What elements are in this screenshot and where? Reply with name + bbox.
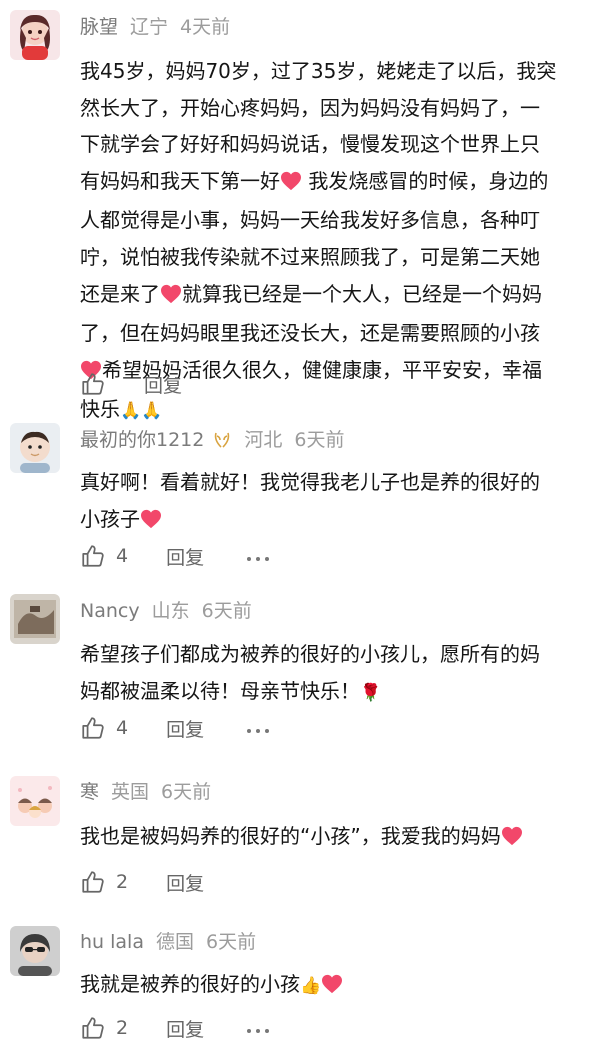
comment-text: 我就是被养的很好的小孩👍 [80, 966, 585, 1006]
like-count: 2 [116, 871, 129, 893]
comment-line: 然长大了，开始心疼妈妈，因为妈妈没有妈妈了，一 [80, 95, 540, 120]
comment-actions: 4 回复 [80, 540, 270, 572]
like-count: 2 [116, 1017, 129, 1039]
username[interactable]: hu lala [80, 927, 144, 957]
thumbs-up-icon [80, 869, 106, 895]
comment-meta: 寒 英国 6天前 [80, 777, 211, 807]
comment-actions: 2 回复 [80, 1012, 270, 1044]
comment-line: 了，但在妈妈眼里我还没长大，还是需要照顾的小孩 [80, 321, 540, 346]
comment-line: 我也是被妈妈养的很好的“小孩”，我爱我的妈妈 [80, 824, 501, 848]
comment-line: 我45岁，妈妈70岁，过了35岁，姥姥走了以后，我突 [80, 59, 557, 83]
comment-meta: hu lala 德国 6天前 [80, 927, 256, 957]
location: 辽宁 [130, 16, 169, 38]
comment-line: 小孩子 [80, 506, 140, 531]
comment-line: 有妈妈和我天下第一好 [80, 168, 280, 193]
heart-icon [160, 279, 182, 316]
comment-text: 希望孩子们都成为被养的很好的小孩儿，愿所有的妈 妈都被温柔以待！母亲节快乐！🌹 [80, 636, 585, 711]
comment-actions: 4 回复 [80, 712, 270, 744]
reply-button[interactable]: 回复 [166, 869, 204, 896]
rose-emoji: 🌹 [360, 682, 382, 703]
like-button[interactable]: 4 [80, 543, 128, 569]
comment-line: 真好啊！看着就好！我觉得我老儿子也是养的很好的 [80, 470, 540, 494]
more-button[interactable] [246, 545, 270, 567]
reply-button[interactable]: 回复 [166, 715, 204, 742]
comment-meta: 脉望 辽宁 4天前 [80, 12, 230, 42]
pray-emoji: 🙏🙏 [120, 401, 163, 422]
more-button[interactable] [246, 717, 270, 739]
comment-text: 真好啊！看着就好！我觉得我老儿子也是养的很好的 小孩子 [80, 464, 585, 540]
comment-meta: 最初的你1212 河北 6天前 [80, 425, 344, 455]
like-button[interactable]: 2 [80, 869, 128, 895]
comment-line: 下就学会了好好和妈妈说话，慢慢发现这个世界上只 [80, 132, 540, 157]
comment-line: 咛，说怕被我传染就不过来照顾我了，可是第二天她 [80, 244, 540, 269]
comment-line: 希望孩子们都成为被养的很好的小孩儿，愿所有的妈 [80, 642, 540, 666]
timestamp: 6天前 [201, 600, 252, 622]
avatar[interactable] [10, 423, 60, 473]
username[interactable]: 脉望 [80, 12, 118, 42]
comment-line: 快乐 [80, 397, 120, 422]
timestamp: 6天前 [205, 931, 257, 953]
avatar[interactable] [10, 776, 60, 826]
comment-line: 人都觉得是小事，妈妈一天给我发好多信息，各种叮 [80, 208, 540, 233]
wheat-badge-icon [212, 430, 232, 450]
like-count: 4 [116, 717, 129, 739]
timestamp: 4天前 [180, 16, 231, 38]
thumbs-up-icon [80, 1015, 106, 1041]
heart-icon [321, 969, 343, 1006]
more-dots-icon [246, 545, 270, 567]
comment-text: 我也是被妈妈养的很好的“小孩”，我爱我的妈妈 [80, 818, 585, 858]
thumbs-up-icon [80, 715, 106, 741]
comment-line: 还是来了 [80, 281, 160, 306]
comment-line: 我就是被养的很好的小孩 [80, 972, 300, 996]
more-dots-icon [246, 1017, 270, 1039]
reply-button[interactable]: 回复 [166, 1015, 204, 1042]
like-count: 4 [116, 545, 129, 567]
avatar[interactable] [10, 10, 60, 60]
reply-button[interactable]: 回复 [144, 371, 182, 398]
username[interactable]: 最初的你1212 [80, 425, 204, 455]
thumbs-up-emoji: 👍 [300, 976, 322, 996]
location: 英国 [111, 781, 150, 803]
avatar[interactable] [10, 594, 60, 644]
avatar[interactable] [10, 926, 60, 976]
heart-icon [280, 166, 302, 203]
comment-actions: 2 回复 [80, 866, 204, 898]
comment-actions: 回复 [80, 368, 182, 400]
timestamp: 6天前 [161, 781, 212, 803]
heart-icon [501, 821, 523, 858]
location: 河北 [244, 429, 283, 451]
thumbs-up-icon [80, 371, 106, 397]
location: 山东 [151, 600, 190, 622]
thumbs-up-icon [80, 543, 106, 569]
heart-icon [140, 504, 162, 541]
reply-button[interactable]: 回复 [166, 543, 204, 570]
like-button[interactable]: 4 [80, 715, 128, 741]
comment-line: 我发烧感冒的时候，身边的 [308, 168, 549, 193]
timestamp: 6天前 [294, 429, 345, 451]
location: 德国 [155, 931, 194, 953]
username[interactable]: Nancy [80, 596, 140, 626]
comment-meta: Nancy 山东 6天前 [80, 596, 252, 626]
like-button[interactable]: 2 [80, 1015, 128, 1041]
username[interactable]: 寒 [80, 777, 99, 807]
more-dots-icon [246, 717, 270, 739]
more-button[interactable] [246, 1017, 270, 1039]
comment-line: 妈都被温柔以待！母亲节快乐！ [80, 678, 360, 703]
comment-line: 就算我已经是一个大人，已经是一个妈妈 [182, 281, 542, 306]
like-button[interactable] [80, 371, 106, 397]
